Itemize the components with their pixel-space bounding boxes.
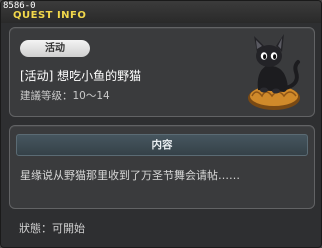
quest-summary-panel: 活动 [活动] 想吃小鱼的野猫 建議等级：10～14 [9, 27, 315, 117]
quest-description: 星缘说从野猫那里收到了万圣节舞会请帖…… [20, 169, 240, 182]
status-value: 可開始 [52, 222, 85, 235]
quest-info-window: 8586-0 QUEST INFO 活动 [活动] 想吃小鱼的野猫 建議等级：1… [0, 0, 322, 248]
window-title: QUEST INFO [13, 10, 87, 21]
level-label: 建議等级： [20, 90, 73, 102]
quest-name: [活动] 想吃小鱼的野猫 [20, 69, 142, 83]
status-label: 狀態： [19, 222, 52, 235]
title-bar[interactable]: 8586-0 QUEST INFO [1, 1, 321, 23]
quest-content-panel: 内容 星缘说从野猫那里收到了万圣节舞会请帖…… [9, 125, 315, 209]
quest-category-badge: 活动 [20, 40, 90, 57]
level-value: 10～14 [72, 90, 110, 102]
quest-status: 狀態：可開始 [19, 222, 85, 236]
black-cat-on-pumpkin-icon [248, 34, 300, 110]
content-section-header: 内容 [16, 134, 308, 156]
quest-level: 建議等级：10～14 [20, 90, 110, 103]
